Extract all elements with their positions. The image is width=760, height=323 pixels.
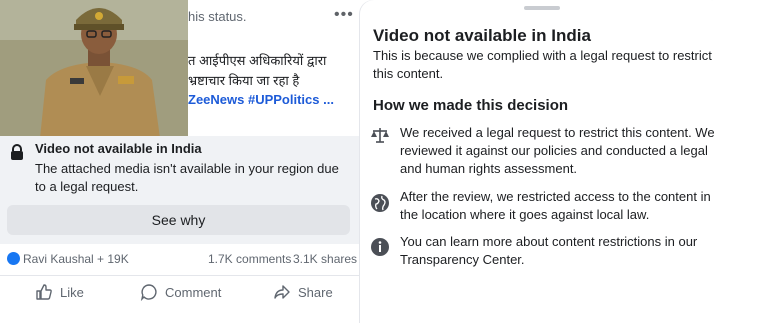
video-thumbnail[interactable] <box>0 0 188 138</box>
reason-legal-request: We received a legal request to restrict … <box>400 125 715 176</box>
more-options-button[interactable]: ••• <box>334 6 354 24</box>
hashtags-link[interactable]: ZeeNews #UPPolitics ... <box>188 92 334 107</box>
reason-restricted-access: After the review, we restricted access t… <box>400 189 711 222</box>
officer-photo <box>0 0 188 138</box>
scales-icon <box>371 128 389 143</box>
post-text-line: his status. <box>188 9 247 24</box>
share-button[interactable]: Share <box>273 282 333 302</box>
lock-icon <box>11 144 23 160</box>
post-text-line: त आईपीएस अधिकारियों द्वारा <box>188 53 327 68</box>
post-text-line: भ्रष्टाचार किया जा रहा है <box>188 73 300 88</box>
share-label: Share <box>298 284 333 300</box>
info-icon <box>371 238 389 256</box>
comment-icon <box>140 284 157 301</box>
sheet-drag-handle[interactable] <box>524 6 560 10</box>
like-reaction-icon <box>7 252 20 265</box>
restriction-title: Video not available in India <box>35 141 202 156</box>
like-label: Like <box>60 284 84 300</box>
see-why-button[interactable]: See why <box>7 205 350 235</box>
like-button[interactable]: Like <box>35 282 84 302</box>
sheet-subtitle: This is because we complied with a legal… <box>373 48 712 81</box>
globe-icon <box>371 194 389 212</box>
decision-heading: How we made this decision <box>373 97 569 114</box>
restriction-message: The attached media isn't available in yo… <box>35 161 339 194</box>
comment-button[interactable]: Comment <box>140 282 221 302</box>
thumbs-up-icon <box>36 284 52 300</box>
shares-count[interactable]: 3.1K shares <box>293 252 357 266</box>
reason-transparency-center: You can learn more about content restric… <box>400 234 698 267</box>
comment-label: Comment <box>165 284 222 300</box>
sheet-title: Video not available in India <box>373 26 591 45</box>
divider <box>0 275 360 276</box>
comments-count[interactable]: 1.7K comments <box>208 252 291 266</box>
reactions-summary[interactable]: Ravi Kaushal + 19K <box>23 252 129 266</box>
share-icon <box>274 285 290 299</box>
